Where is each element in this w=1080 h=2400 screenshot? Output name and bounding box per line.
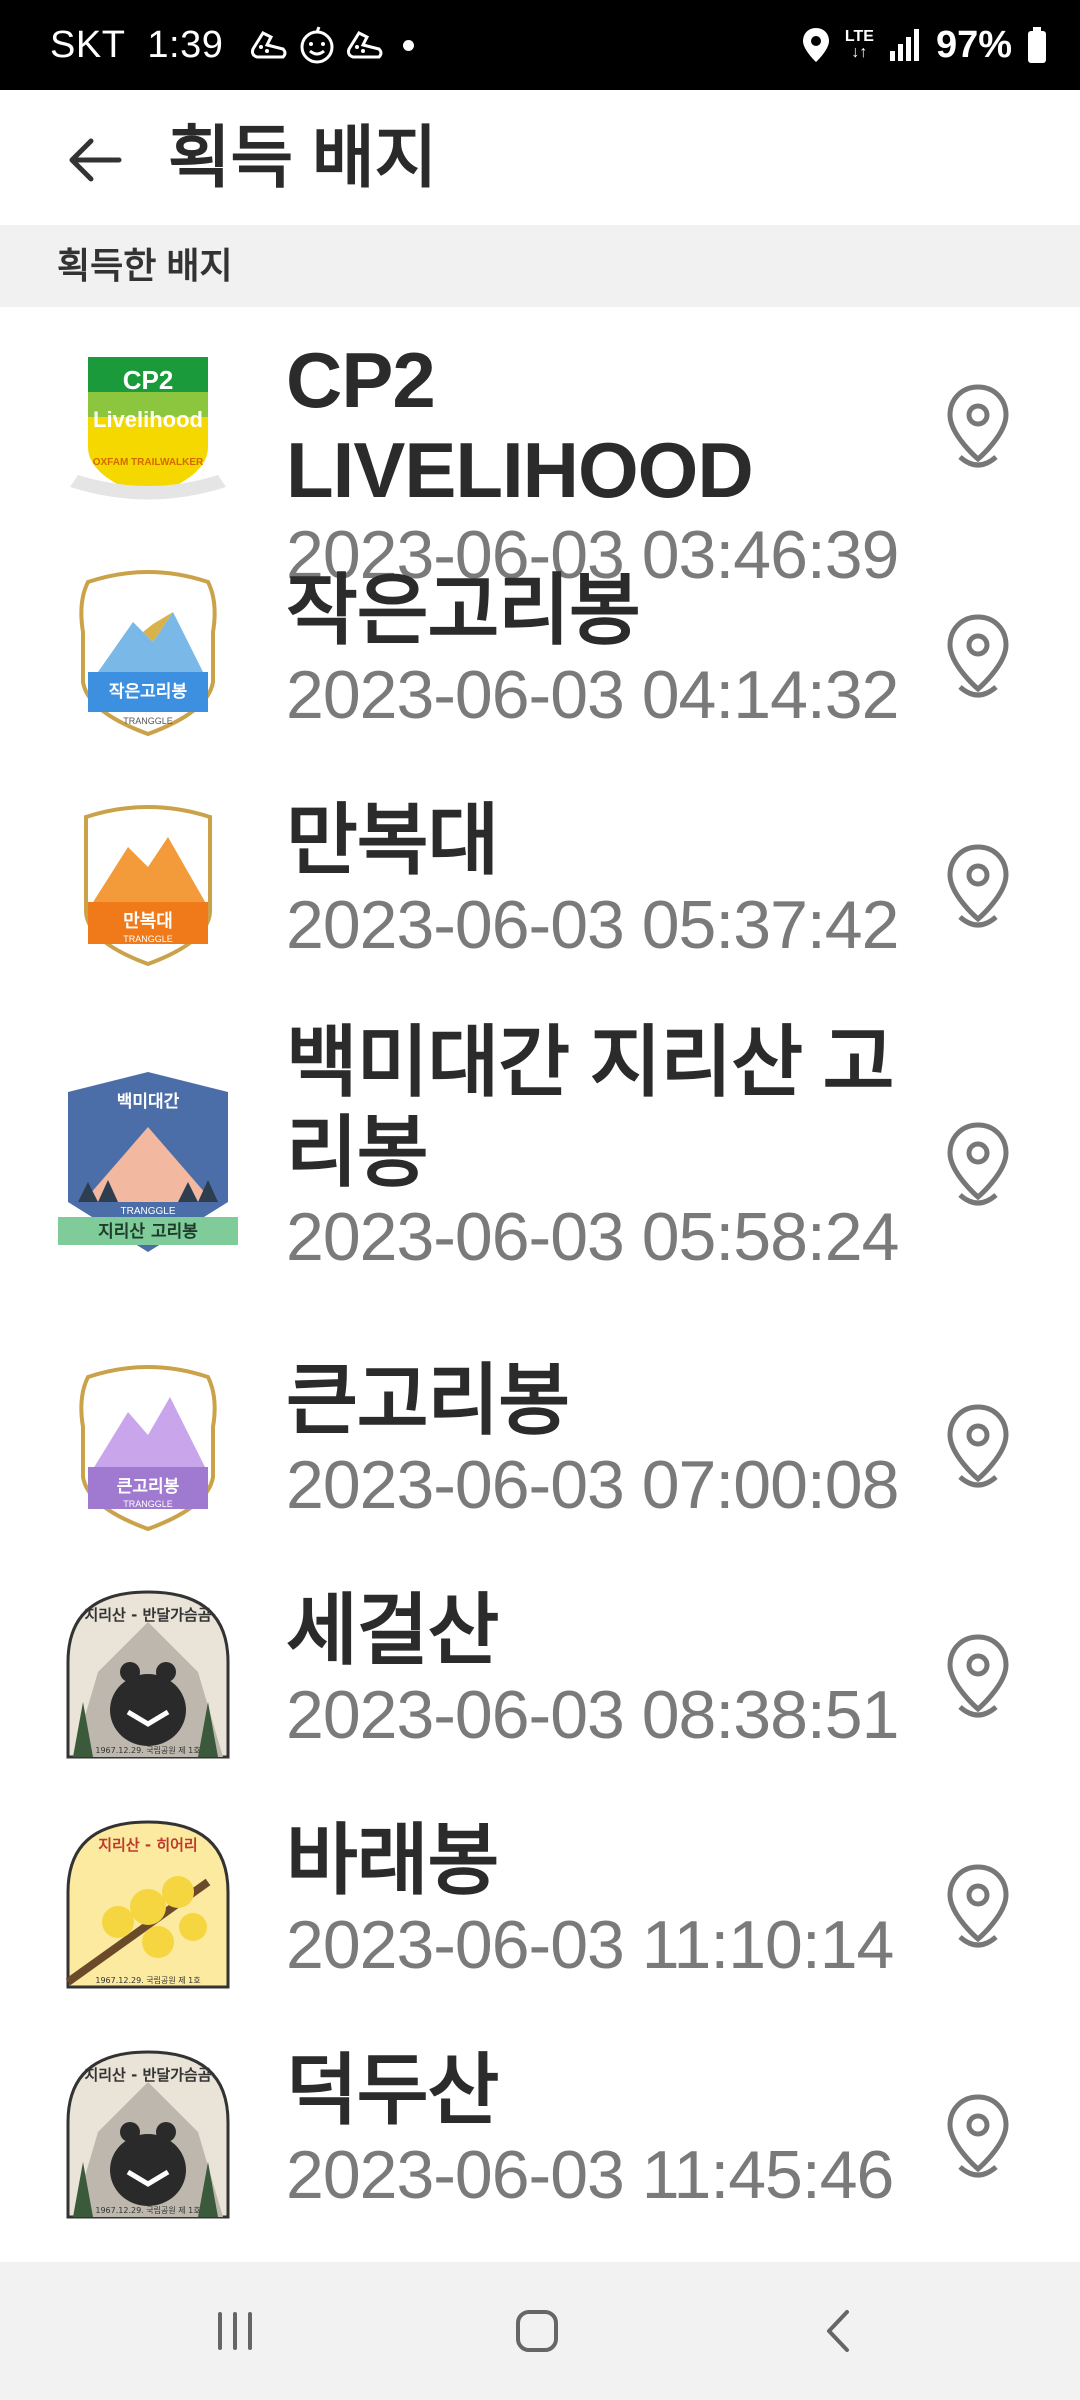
svg-text:1967.12.29. 국립공원 제 1호: 1967.12.29. 국립공원 제 1호 (95, 2206, 200, 2215)
location-pin-icon[interactable] (938, 379, 1018, 479)
signal-icon (889, 29, 919, 61)
location-pin-icon[interactable] (938, 1117, 1018, 1217)
home-icon (516, 2310, 558, 2352)
section-label: 획득한 배지 (57, 245, 233, 286)
svg-text:TRANGGLE: TRANGGLE (123, 716, 173, 726)
section-header: 획득한 배지 (0, 225, 1080, 307)
network-type: LTE ↓↑ (844, 28, 874, 61)
badge-name: 백미대간 지리산 고리봉 (286, 1018, 894, 1196)
list-item[interactable]: 큰고리봉 TRANGGLE 큰고리봉 2023-06-03 07:00:08 (0, 1327, 1080, 1557)
svg-text:지리산 - 반달가슴곰: 지리산 - 반달가슴곰 (84, 2066, 211, 2084)
svg-text:1967.12.29. 국립공원 제 1호: 1967.12.29. 국립공원 제 1호 (95, 1976, 200, 1985)
svg-text:TRANGGLE: TRANGGLE (120, 1206, 175, 1217)
badge-image: 지리산 - 반달가슴곰 1967.12.29. 국립공원 제 1호 (66, 1590, 230, 1759)
status-bar: SKT 1:39 LTE ↓↑ 97% (0, 0, 1080, 90)
badge-name: CP2 LIVELIHOOD (286, 336, 754, 514)
badge-date: 2023-06-03 05:37:42 (286, 887, 899, 963)
system-nav-bar (0, 2262, 1080, 2400)
badge-image: CP2 Livelihood OXFAM TRAILWALKER (70, 357, 226, 500)
badge-image: 작은고리봉 TRANGGLE (79, 570, 217, 737)
page-title: 획득 배지 (168, 120, 438, 196)
badge-name: 바래봉 (286, 1816, 499, 1904)
location-pin-icon[interactable] (938, 839, 1018, 939)
svg-text:1967.12.29. 국립공원 제 1호: 1967.12.29. 국립공원 제 1호 (95, 1746, 200, 1755)
shoe-icon (251, 31, 287, 59)
location-pin-icon[interactable] (938, 1859, 1018, 1959)
badge-name: 만복대 (286, 796, 499, 884)
badge-image: 만복대 TRANGGLE (84, 805, 212, 967)
svg-text:작은고리봉: 작은고리봉 (109, 682, 188, 702)
clock: 1:39 (147, 23, 224, 66)
list-item[interactable]: 지리산 - 반달가슴곰 1967.12.29. 국립공원 제 1호 덕두산 20… (0, 2017, 1080, 2257)
location-pin-icon[interactable] (938, 1629, 1018, 1729)
location-icon (802, 28, 829, 62)
chevron-left-icon (827, 2310, 849, 2352)
badge-name: 작은고리봉 (286, 566, 641, 654)
battery-icon (1028, 27, 1046, 63)
badge-image: 큰고리봉 TRANGGLE (79, 1365, 217, 1532)
badge-date: 2023-06-03 08:38:51 (286, 1677, 899, 1753)
location-pin-icon[interactable] (938, 609, 1018, 709)
back-arrow-icon (69, 138, 122, 182)
battery-percent: 97% (935, 23, 1012, 66)
smiley-icon (300, 26, 334, 64)
shoe-icon (347, 31, 383, 59)
badge-image: 지리산 - 히어리 1967.12.29. 국립공원 제 1호 (65, 1820, 230, 1989)
notification-dot-icon (403, 39, 415, 51)
recents-button[interactable] (200, 2296, 270, 2366)
badge-name: 덕두산 (286, 2046, 499, 2134)
svg-text:TRANGGLE: TRANGGLE (123, 934, 173, 944)
badge-name: 큰고리봉 (286, 1356, 570, 1444)
location-pin-icon[interactable] (938, 1399, 1018, 1499)
badge-image: 백미대간 TRANGGLE 지리산 고리봉 (58, 1072, 238, 1252)
nav-back-button[interactable] (805, 2296, 875, 2366)
svg-text:만복대: 만복대 (123, 911, 173, 932)
badge-date: 2023-06-03 07:00:08 (286, 1447, 899, 1523)
svg-text:지리산 고리봉: 지리산 고리봉 (98, 1222, 198, 1242)
list-item[interactable]: CP2 Livelihood OXFAM TRAILWALKER CP2 LIV… (0, 307, 1080, 593)
location-pin-icon[interactable] (938, 2089, 1018, 2189)
svg-text:OXFAM TRAILWALKER: OXFAM TRAILWALKER (93, 457, 204, 468)
svg-text:TRANGGLE: TRANGGLE (123, 1499, 173, 1509)
svg-text:백미대간: 백미대간 (117, 1092, 180, 1112)
svg-text:Livelihood: Livelihood (93, 407, 203, 432)
list-item[interactable]: 작은고리봉 TRANGGLE 작은고리봉 2023-06-03 04:14:32 (0, 537, 1080, 767)
list-item[interactable]: 백미대간 TRANGGLE 지리산 고리봉 백미대간 지리산 고리봉 2023-… (0, 997, 1080, 1327)
badge-name: 세걸산 (286, 1586, 499, 1674)
badge-image: 지리산 - 반달가슴곰 1967.12.29. 국립공원 제 1호 (66, 2050, 230, 2219)
recents-icon (218, 2312, 252, 2350)
list-item[interactable]: 지리산 - 히어리 1967.12.29. 국립공원 제 1호 바래봉 2023… (0, 1787, 1080, 2017)
svg-text:CP2: CP2 (123, 365, 174, 395)
carrier-label: SKT (50, 23, 126, 66)
badge-date: 2023-06-03 04:14:32 (286, 657, 899, 733)
svg-text:지리산 - 히어리: 지리산 - 히어리 (98, 1836, 197, 1854)
badge-date: 2023-06-03 05:58:24 (286, 1199, 899, 1275)
list-item[interactable]: 지리산 - 반달가슴곰 1967.12.29. 국립공원 제 1호 세걸산 20… (0, 1557, 1080, 1787)
badge-date: 2023-06-03 11:45:46 (286, 2137, 894, 2213)
app-bar: 획득 배지 (0, 90, 1080, 225)
svg-text:큰고리봉: 큰고리봉 (117, 1477, 180, 1497)
list-item[interactable]: 만복대 TRANGGLE 만복대 2023-06-03 05:37:42 (0, 767, 1080, 997)
back-button[interactable] (55, 120, 135, 200)
svg-text:지리산 - 반달가슴곰: 지리산 - 반달가슴곰 (84, 1606, 211, 1624)
home-button[interactable] (502, 2296, 572, 2366)
badge-date: 2023-06-03 11:10:14 (286, 1907, 894, 1983)
